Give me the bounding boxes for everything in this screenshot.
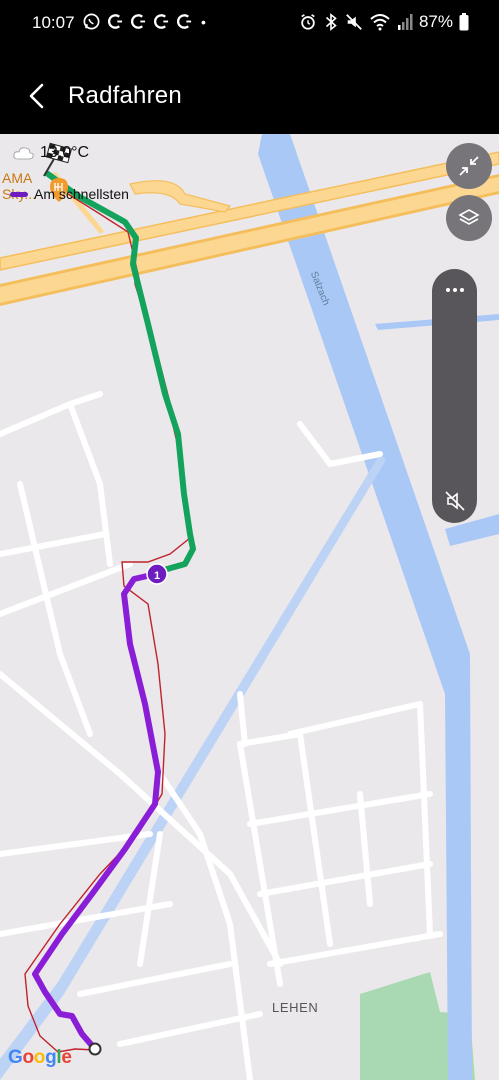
collapse-map-button[interactable] [446, 143, 492, 189]
route-legend: Am schnellsten [10, 186, 129, 202]
alarm-icon [301, 14, 315, 30]
layers-icon [458, 209, 480, 225]
more-notifications-dot: • [201, 13, 206, 30]
status-time: 10:07 [32, 13, 75, 32]
more-dot [445, 288, 450, 292]
more-dot [452, 288, 457, 292]
signal-icon [397, 14, 413, 30]
back-button[interactable] [26, 82, 48, 110]
start-marker [88, 1042, 102, 1056]
route-legend-swatch [10, 191, 28, 197]
google-letter: g [45, 1047, 57, 1068]
mute-icon [346, 14, 362, 30]
battery-icon [459, 13, 469, 31]
highway-ramp [129, 180, 232, 213]
wifi-icon [370, 14, 390, 31]
google-letter: o [22, 1047, 34, 1068]
app-notification-icon [108, 14, 123, 29]
collapse-arrows-icon [459, 156, 479, 176]
route-legend-label: Am schnellsten [34, 186, 129, 202]
app-notification-icon [154, 14, 169, 29]
app-notification-icon [177, 14, 192, 29]
map-canvas: 1 [0, 134, 499, 1080]
waypoint-number: 1 [154, 570, 160, 582]
google-letter: G [8, 1047, 23, 1068]
google-attribution: Google [8, 1047, 72, 1069]
map-view[interactable]: 1 13,0°C AMA Sky... Am schnellst [0, 134, 499, 1080]
app-bar: Radfahren [0, 48, 499, 134]
cloud-icon [13, 147, 34, 160]
chevron-left-icon [29, 83, 44, 109]
bluetooth-icon [325, 13, 337, 31]
poi-label-line1: AMA [2, 170, 33, 186]
notification-icons: • [82, 12, 206, 31]
highway-north [0, 151, 499, 271]
page-title: Radfahren [68, 82, 182, 109]
voice-guidance-mute-button[interactable] [432, 487, 477, 515]
app-notification-icon [131, 14, 146, 29]
side-control-panel [432, 269, 477, 523]
weather-temperature: 13,0°C [40, 144, 90, 161]
weather-info: 13,0°C [12, 144, 89, 162]
planned-route [32, 571, 161, 1052]
status-bar: 10:07 • 87% [0, 0, 499, 48]
more-options-button[interactable] [432, 279, 477, 301]
speaker-muted-icon [444, 491, 465, 511]
whatsapp-icon [83, 13, 100, 30]
map-layers-button[interactable] [446, 195, 492, 241]
google-letter: e [61, 1047, 72, 1068]
google-letter: o [33, 1047, 46, 1068]
more-dot [459, 288, 464, 292]
status-system-icons: 87% [299, 12, 469, 32]
district-label: LEHEN [272, 1000, 319, 1015]
battery-percent: 87% [418, 12, 453, 31]
